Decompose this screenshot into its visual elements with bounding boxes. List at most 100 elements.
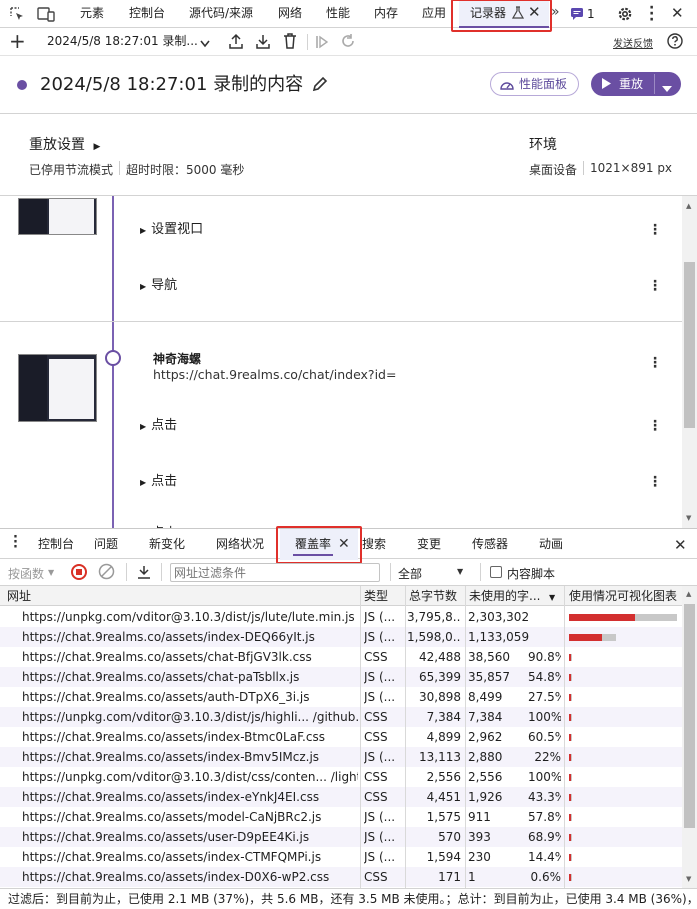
- replay-dropdown-icon[interactable]: [662, 81, 672, 95]
- tab-elements[interactable]: 元素: [80, 0, 104, 28]
- sort-descending-icon: ▼: [549, 593, 556, 602]
- timeline-scrollbar[interactable]: ▲ ▼: [682, 196, 697, 528]
- send-feedback-link[interactable]: 发送反馈: [613, 35, 653, 50]
- table-row[interactable]: https://chat.9realms.co/assets/model-CaN…: [0, 807, 682, 827]
- step-click[interactable]: ▶ 点击: [140, 470, 177, 489]
- drawer-menu-icon[interactable]: · · ·: [13, 531, 18, 554]
- per-function-select[interactable]: 按函数: [8, 565, 44, 582]
- toolbar-divider: [480, 563, 481, 581]
- resolution-setting: 1021×891 px: [590, 161, 673, 175]
- stop-recording-icon[interactable]: [71, 564, 87, 580]
- tab-console[interactable]: 控制台: [129, 0, 165, 28]
- tab-application[interactable]: 应用: [422, 0, 446, 28]
- recording-title[interactable]: 2024/5/8 18:27:01 录制的内容: [40, 73, 303, 97]
- type-filter-select[interactable]: 全部: [398, 565, 422, 582]
- table-row[interactable]: https://chat.9realms.co/assets/index-eYn…: [0, 787, 682, 807]
- table-row[interactable]: https://chat.9realms.co/assets/index-DEQ…: [0, 627, 682, 647]
- replay-settings-heading[interactable]: 重放设置 ▶: [29, 134, 100, 154]
- drawer-tab-issues[interactable]: 问题: [94, 529, 118, 560]
- scrollbar-thumb[interactable]: [684, 262, 695, 428]
- step-menu-icon[interactable]: ⋮: [648, 279, 662, 293]
- scroll-down-icon[interactable]: ▼: [686, 875, 691, 883]
- step-click[interactable]: ▶ 点击: [140, 414, 177, 433]
- toolbar-divider: [307, 34, 308, 50]
- delete-icon[interactable]: [283, 33, 297, 52]
- table-row[interactable]: https://unpkg.com/vditor@3.10.3/dist/css…: [0, 767, 682, 787]
- tab-sources[interactable]: 源代码/来源: [189, 0, 253, 28]
- unused-bytes-cell: 2,556: [468, 770, 503, 784]
- table-row[interactable]: https://chat.9realms.co/assets/index-Btm…: [0, 727, 682, 747]
- table-row[interactable]: https://chat.9realms.co/assets/index-D0X…: [0, 867, 682, 887]
- recording-select[interactable]: 2024/5/8 18:27:01 录制...: [40, 28, 215, 55]
- table-row[interactable]: https://unpkg.com/vditor@3.10.3/dist/js/…: [0, 607, 682, 627]
- type-cell: JS (...: [364, 810, 396, 824]
- tab-network[interactable]: 网络: [278, 0, 302, 28]
- device-toolbar-icon[interactable]: [37, 6, 55, 22]
- replay-step-icon[interactable]: [341, 34, 355, 51]
- column-header-total-bytes[interactable]: 总字节数: [409, 586, 465, 606]
- more-tabs-icon[interactable]: »: [551, 4, 560, 20]
- tab-memory[interactable]: 内存: [374, 0, 398, 28]
- tab-performance[interactable]: 性能: [326, 0, 350, 28]
- drawer-tab-changes[interactable]: 变更: [417, 529, 441, 560]
- table-row[interactable]: https://chat.9realms.co/assets/index-Bmv…: [0, 747, 682, 767]
- table-row[interactable]: https://chat.9realms.co/assets/chat-BfjG…: [0, 647, 682, 667]
- issues-icon[interactable]: [571, 8, 583, 23]
- scroll-up-icon[interactable]: ▲: [686, 590, 691, 598]
- replay-button[interactable]: 重放: [591, 72, 681, 96]
- table-row[interactable]: https://chat.9realms.co/assets/chat-paTs…: [0, 667, 682, 687]
- total-bytes-cell: 30,898: [419, 690, 461, 704]
- drawer-tab-console[interactable]: 控制台: [38, 529, 74, 560]
- type-cell: JS (...: [364, 850, 396, 864]
- step-menu-icon[interactable]: ⋮: [648, 419, 662, 433]
- import-icon[interactable]: [256, 33, 270, 52]
- step-menu-icon[interactable]: ⋮: [648, 475, 662, 489]
- add-recording-icon[interactable]: +: [9, 30, 26, 52]
- url-cell: https://chat.9realms.co/assets/index-DEQ…: [22, 630, 315, 644]
- help-icon[interactable]: [667, 33, 683, 52]
- table-scrollbar[interactable]: ▲ ▼: [682, 586, 697, 888]
- step-over-icon[interactable]: [316, 35, 329, 52]
- column-header-url[interactable]: 网址: [7, 586, 357, 606]
- drawer-tab-network-conditions[interactable]: 网络状况: [216, 529, 264, 560]
- type-cell: CSS: [364, 870, 388, 884]
- content-scripts-checkbox[interactable]: [490, 566, 502, 578]
- export-icon[interactable]: [137, 564, 151, 583]
- table-row[interactable]: https://chat.9realms.co/assets/auth-DTpX…: [0, 687, 682, 707]
- drawer-tab-animations[interactable]: 动画: [539, 529, 563, 560]
- scrollbar-thumb[interactable]: [684, 604, 695, 828]
- column-header-unused-bytes[interactable]: 未使用的字...: [469, 586, 549, 606]
- gear-icon[interactable]: [616, 5, 634, 26]
- type-cell: CSS: [364, 770, 388, 784]
- drawer-tab-search[interactable]: 搜索: [362, 529, 386, 560]
- type-cell: JS (...: [364, 830, 396, 844]
- type-cell: JS (...: [364, 690, 396, 704]
- column-header-type[interactable]: 类型: [364, 586, 404, 606]
- step-set-viewport[interactable]: ▶ 设置视口: [140, 218, 203, 237]
- table-row[interactable]: https://chat.9realms.co/assets/index-CTM…: [0, 847, 682, 867]
- table-row[interactable]: https://chat.9realms.co/assets/user-D9pE…: [0, 827, 682, 847]
- step-menu-icon[interactable]: ⋮: [648, 223, 662, 237]
- section-menu-icon[interactable]: ⋮: [648, 356, 662, 370]
- scroll-down-icon[interactable]: ▼: [686, 514, 691, 522]
- export-icon[interactable]: [229, 33, 243, 52]
- unused-bar-segment: [569, 614, 635, 621]
- total-bytes-cell: 4,451: [426, 790, 461, 804]
- usage-bar: [569, 794, 572, 801]
- usage-bar: [569, 614, 677, 621]
- clear-icon[interactable]: [98, 563, 115, 583]
- recorder-toolbar: + 2024/5/8 18:27:01 录制... 发送反馈: [0, 28, 697, 56]
- more-options-icon[interactable]: · · ·: [649, 1, 654, 27]
- scroll-up-icon[interactable]: ▲: [686, 202, 691, 210]
- drawer-tab-whats-new[interactable]: 新变化: [149, 529, 185, 560]
- performance-panel-button[interactable]: 性能面板: [490, 72, 579, 96]
- close-devtools-icon[interactable]: ✕: [671, 4, 684, 22]
- column-header-usage-chart[interactable]: 使用情况可视化图表: [569, 586, 682, 606]
- close-drawer-icon[interactable]: ✕: [674, 536, 687, 554]
- url-filter-input[interactable]: [170, 563, 380, 582]
- drawer-tab-sensors[interactable]: 传感器: [472, 529, 508, 560]
- step-navigate[interactable]: ▶ 导航: [140, 274, 177, 293]
- inspect-element-icon[interactable]: [9, 6, 25, 22]
- edit-pencil-icon[interactable]: [312, 76, 328, 95]
- table-row[interactable]: https://unpkg.com/vditor@3.10.3/dist/js/…: [0, 707, 682, 727]
